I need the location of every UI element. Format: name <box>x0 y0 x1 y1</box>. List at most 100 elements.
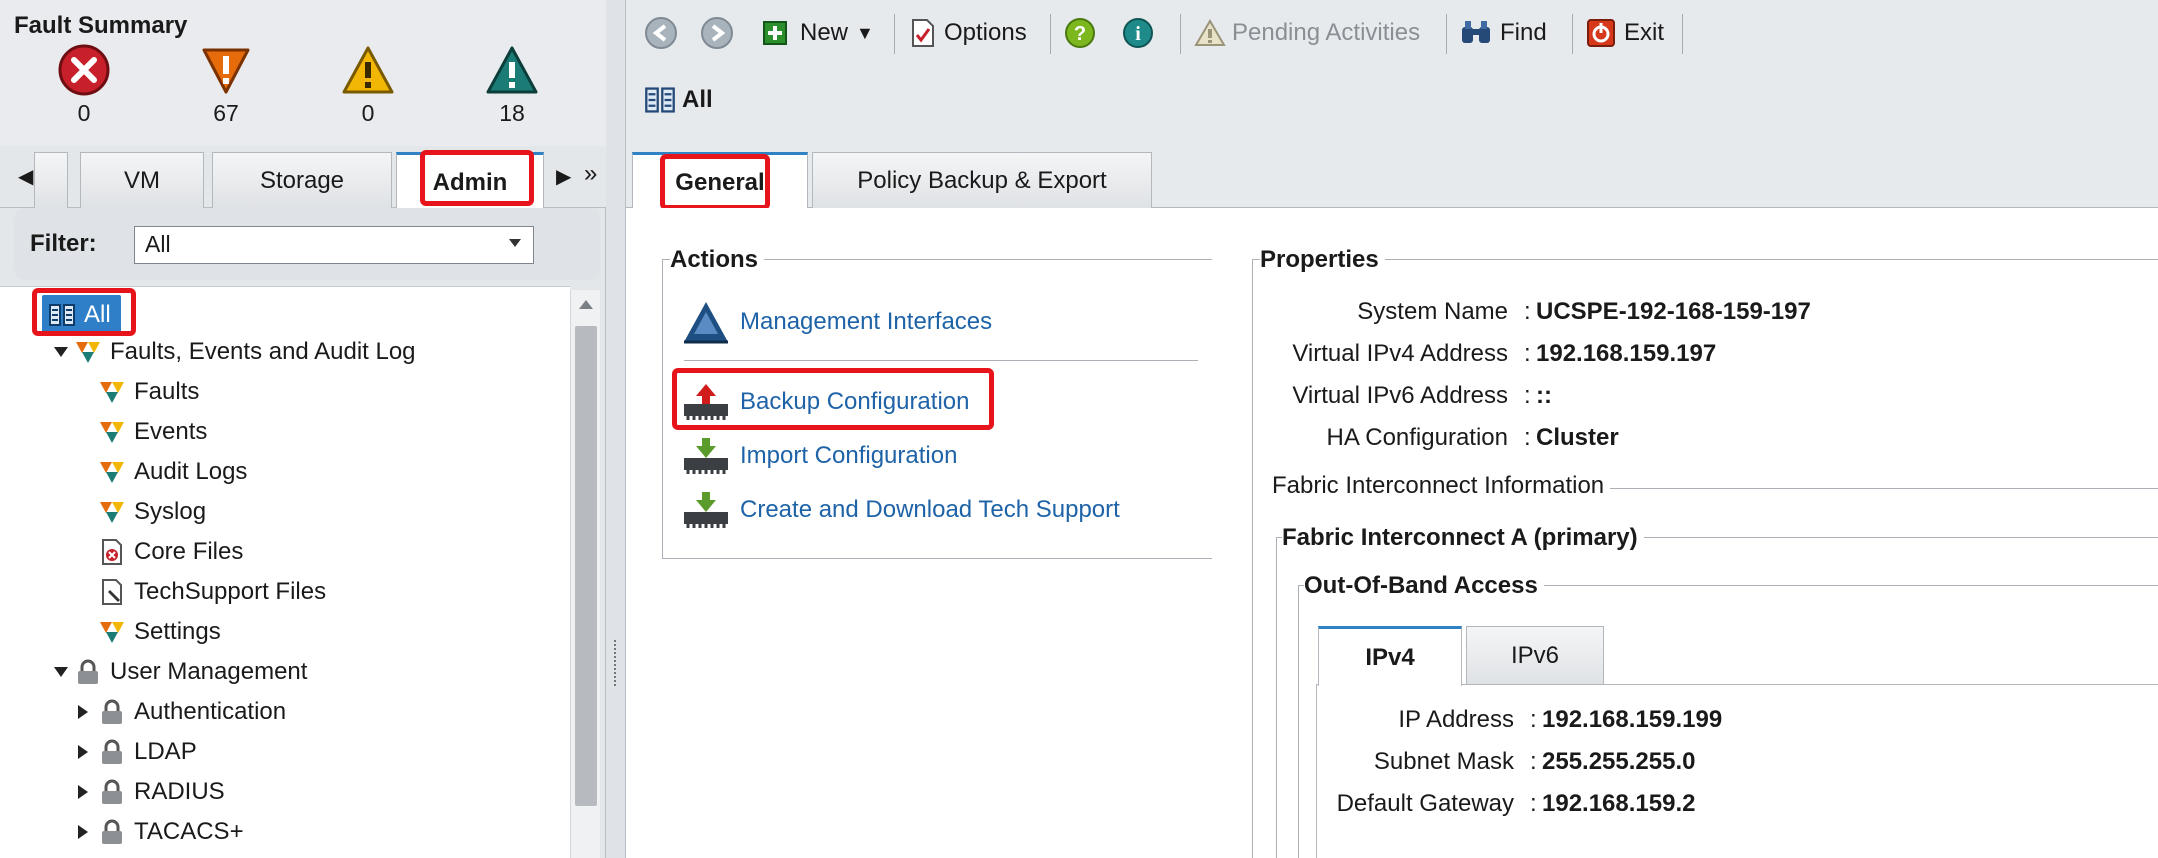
tree-item-label: LDAP <box>134 738 197 765</box>
tab-ipv4[interactable]: IPv4 <box>1318 626 1462 686</box>
tree-item-events[interactable]: Events <box>98 413 207 451</box>
virtual-ipv4-value: 192.168.159.197 <box>1536 340 1717 367</box>
filter-select[interactable]: All <box>134 226 534 264</box>
toolbar-separator <box>1050 14 1051 54</box>
major-icon[interactable] <box>198 42 254 98</box>
tree-item-label: Faults, Events and Audit Log <box>110 338 416 365</box>
subnet-mask-label: Subnet Mask <box>1373 748 1514 775</box>
tab-storage[interactable]: Storage <box>212 152 392 208</box>
tree-item-ldap[interactable]: LDAP <box>78 733 197 771</box>
tree-item-audit-logs[interactable]: Audit Logs <box>98 453 247 491</box>
tree-item-label: Settings <box>134 618 221 645</box>
backup-configuration-link[interactable]: Backup Configuration <box>682 382 969 422</box>
forward-button[interactable] <box>700 14 734 52</box>
virtual-ipv4-label: Virtual IPv4 Address <box>1292 340 1508 367</box>
scrollbar-thumb[interactable] <box>575 326 597 806</box>
tree-item-radius[interactable]: RADIUS <box>78 773 225 811</box>
toolbar-separator <box>1682 14 1683 54</box>
tree-item-user-management[interactable]: User Management <box>54 653 307 691</box>
splitter-grip-icon[interactable] <box>614 640 618 686</box>
minor-icon[interactable] <box>340 42 396 98</box>
info-button[interactable]: i <box>1122 14 1154 52</box>
import-configuration-link[interactable]: Import Configuration <box>682 436 957 476</box>
oob-frame-left <box>1298 585 1299 858</box>
options-button[interactable]: Options <box>910 14 1027 52</box>
pending-activities-button[interactable]: Pending Activities <box>1194 14 1420 52</box>
expand-icon[interactable] <box>78 825 88 839</box>
action-label: Backup Configuration <box>740 388 970 415</box>
right-tab-strip: General Policy Backup & Export <box>626 146 2158 210</box>
actions-frame-left <box>662 259 663 559</box>
breadcrumb[interactable]: All <box>682 86 713 114</box>
tree-item-faults[interactable]: Faults <box>98 373 199 411</box>
left-tab-strip: ◀ VM Storage Admin ▶ » <box>0 146 606 210</box>
dropdown-arrow-icon: ▼ <box>856 22 874 43</box>
tree-item-tacacs[interactable]: TACACS+ <box>78 813 244 851</box>
colon: : <box>1524 298 1531 325</box>
fault-triangle-icon <box>100 382 124 403</box>
tree-item-label: All <box>84 301 111 328</box>
ha-configuration-label: HA Configuration <box>1326 424 1508 451</box>
management-interfaces-link[interactable]: Management Interfaces <box>682 300 992 344</box>
scroll-up-icon[interactable] <box>579 300 593 309</box>
tree-item-label: Core Files <box>134 538 244 565</box>
ha-configuration-value: Cluster <box>1536 424 1619 451</box>
tab-overflow-icon[interactable]: » <box>584 160 597 188</box>
info-icon: i <box>1123 18 1153 48</box>
back-arrow-icon <box>645 17 677 49</box>
tree-item-settings[interactable]: Settings <box>98 613 221 651</box>
tree-item-core-files[interactable]: Core Files <box>98 533 243 571</box>
help-button[interactable]: ? <box>1064 14 1096 52</box>
tab-vm[interactable]: VM <box>80 152 204 208</box>
ip-address-value: 192.168.159.199 <box>1542 706 1723 733</box>
tab-partial[interactable] <box>34 152 68 208</box>
pane-splitter[interactable] <box>606 0 626 858</box>
forward-arrow-icon <box>701 17 733 49</box>
colon: : <box>1524 382 1531 409</box>
techsupport-file-icon <box>102 579 122 605</box>
tree-item-syslog[interactable]: Syslog <box>98 493 206 531</box>
expand-icon[interactable] <box>78 745 88 759</box>
create-download-tech-support-link[interactable]: Create and Download Tech Support <box>682 490 1120 530</box>
tree-scrollbar[interactable] <box>570 290 600 858</box>
new-menu-button[interactable]: New ▼ <box>762 14 874 52</box>
warning-icon[interactable] <box>484 42 540 98</box>
subnet-mask-value: 255.255.255.0 <box>1542 748 1696 775</box>
tree-item-all[interactable]: All <box>42 295 121 335</box>
fabric-interconnect-info-title: Fabric Interconnect Information <box>1272 472 1611 500</box>
fabric-info-rule <box>1600 488 2158 489</box>
management-interfaces-icon <box>684 302 728 344</box>
virtual-ipv6-value: :: <box>1536 382 1552 409</box>
expand-icon[interactable] <box>54 667 68 677</box>
filter-value: All <box>145 231 171 257</box>
tree-item-authentication[interactable]: Authentication <box>78 693 286 731</box>
fault-summary-title: Fault Summary <box>14 12 188 39</box>
system-name-label: System Name <box>1357 298 1508 325</box>
critical-icon[interactable] <box>56 42 112 98</box>
tab-scroll-right-icon[interactable]: ▶ <box>556 164 571 189</box>
tree-item-faults-events-audit[interactable]: Faults, Events and Audit Log <box>54 333 416 371</box>
tab-ipv6[interactable]: IPv6 <box>1466 626 1604 684</box>
back-button[interactable] <box>644 14 678 52</box>
virtual-ipv6-label: Virtual IPv6 Address <box>1292 382 1508 409</box>
expand-icon[interactable] <box>78 705 88 719</box>
pending-activities-label: Pending Activities <box>1232 19 1421 46</box>
tree-item-techsupport-files[interactable]: TechSupport Files <box>98 573 326 611</box>
tree-item-label: TACACS+ <box>134 818 244 845</box>
svg-text:i: i <box>1135 23 1141 45</box>
server-group-icon <box>49 304 75 326</box>
tree-item-label: Events <box>134 418 208 445</box>
exit-button[interactable]: Exit <box>1586 14 1664 52</box>
find-button[interactable]: Find <box>1460 14 1547 52</box>
minor-count: 0 <box>361 100 375 126</box>
server-group-icon <box>645 87 675 113</box>
expand-icon[interactable] <box>54 347 68 357</box>
tab-policy-backup-export[interactable]: Policy Backup & Export <box>812 152 1152 208</box>
action-label: Management Interfaces <box>740 308 993 335</box>
tab-general[interactable]: General <box>632 152 808 210</box>
fault-triangle-icon <box>76 342 100 363</box>
tab-scroll-left-icon[interactable]: ◀ <box>18 164 33 189</box>
tree-item-label: Syslog <box>134 498 207 525</box>
expand-icon[interactable] <box>78 785 88 799</box>
tab-admin[interactable]: Admin <box>396 152 544 210</box>
